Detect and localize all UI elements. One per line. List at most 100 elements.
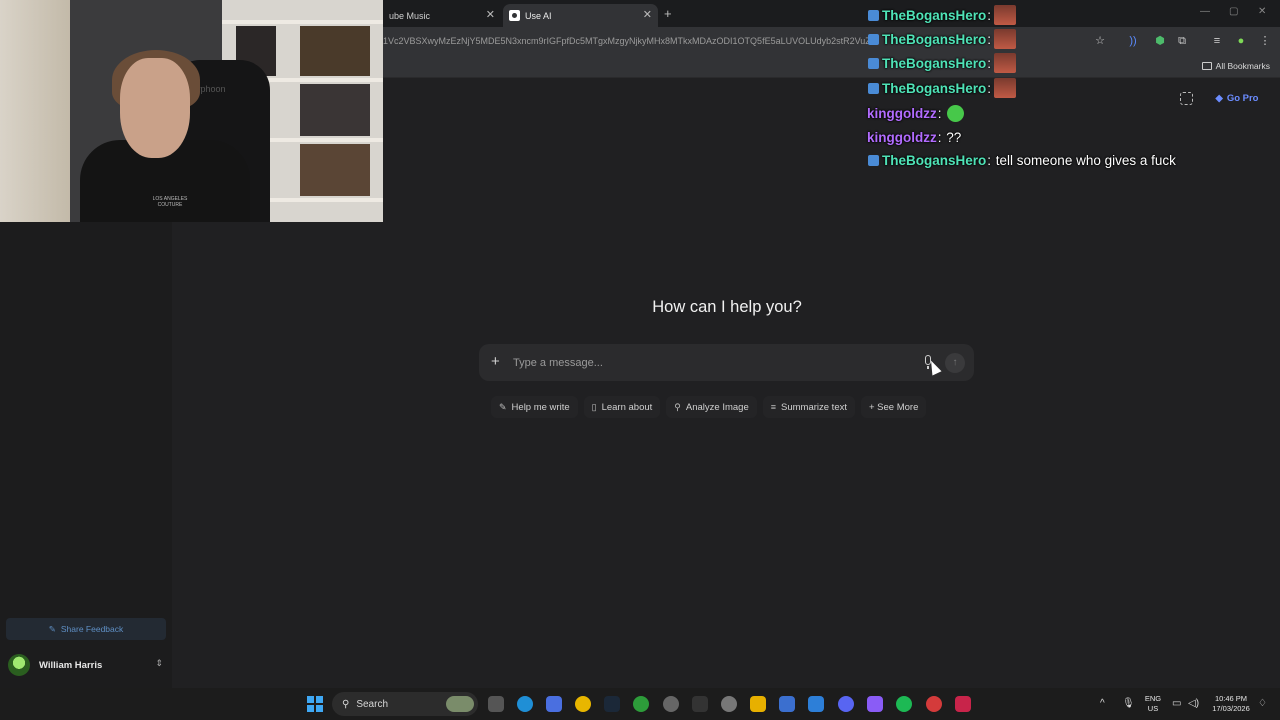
chip-label: Help me write: [511, 401, 570, 413]
avatar: [8, 654, 30, 676]
bookmark-star-icon[interactable]: ☆: [1093, 34, 1107, 48]
edge-icon[interactable]: [517, 696, 533, 712]
read-aloud-icon[interactable]: )): [1126, 34, 1140, 48]
user-menu[interactable]: William Harris ⇕: [8, 652, 168, 678]
file-explorer-icon[interactable]: [750, 696, 766, 712]
clock-time: 10:46 PM: [1214, 694, 1248, 703]
extensions-puzzle-icon[interactable]: ⧉: [1175, 34, 1189, 48]
feedback-icon: ✎: [48, 623, 56, 634]
new-chat-icon[interactable]: [1180, 92, 1193, 105]
chat-username: TheBogansHero: [882, 80, 987, 96]
app-icon[interactable]: [546, 696, 562, 712]
chat-badge-icon: [868, 82, 879, 94]
suggestion-chips: ✎ Help me write ▯ Learn about ⚲ Analyze …: [491, 396, 927, 418]
taskbar-search-label: Search: [356, 698, 389, 710]
webcam-person-face: [120, 58, 190, 158]
chrome-icon[interactable]: [575, 696, 591, 712]
chip-learn-about[interactable]: ▯ Learn about: [583, 396, 661, 418]
steam-icon[interactable]: [604, 696, 620, 712]
chat-message: TheBogansHero:: [864, 4, 1017, 26]
tab-label: Use AI: [525, 10, 552, 21]
extension-icon[interactable]: ⬢: [1153, 34, 1167, 48]
all-bookmarks-button[interactable]: All Bookmarks: [1201, 61, 1270, 71]
minimize-icon[interactable]: —: [1200, 6, 1210, 17]
menu-kebab-icon[interactable]: ⋮: [1258, 34, 1272, 48]
chat-emote-icon: [994, 53, 1017, 73]
close-tab-icon[interactable]: ✕: [643, 8, 652, 21]
language-indicator[interactable]: ENG US: [1143, 694, 1163, 714]
chat-username: TheBogansHero: [882, 7, 987, 23]
maximize-icon[interactable]: ▢: [1229, 6, 1238, 17]
notification-bell-icon[interactable]: ♢: [1258, 698, 1267, 709]
widget-icon[interactable]: [446, 696, 474, 712]
chat-emote-icon: [946, 104, 964, 122]
chip-analyze-image[interactable]: ⚲ Analyze Image: [666, 396, 757, 418]
chat-badge-icon: [868, 57, 879, 69]
new-tab-icon[interactable]: +: [664, 6, 672, 21]
message-input[interactable]: [513, 354, 903, 371]
search-icon: ⚲: [342, 698, 350, 710]
chip-label: Summarize text: [781, 401, 847, 413]
chat-message: kinggoldzz:: [864, 102, 964, 124]
chat-message: TheBogansHero:: [864, 52, 1017, 74]
app-icon[interactable]: [663, 696, 679, 712]
spotify-icon[interactable]: [896, 696, 912, 712]
volume-icon[interactable]: ◁): [1188, 698, 1199, 709]
app-icon[interactable]: [926, 696, 942, 712]
app-icon[interactable]: [867, 696, 883, 712]
chat-message: TheBogansHero:: [864, 77, 1017, 99]
share-feedback-button[interactable]: ✎ Share Feedback: [6, 618, 166, 640]
chat-emote-icon: [994, 29, 1017, 49]
chat-badge-icon: [868, 9, 879, 21]
chat-badge-icon: [868, 154, 879, 166]
epic-games-icon[interactable]: [692, 696, 708, 712]
send-button[interactable]: ↑: [945, 353, 965, 373]
microphone-icon[interactable]: 🎙: [1122, 698, 1135, 709]
all-bookmarks-label: All Bookmarks: [1215, 61, 1270, 71]
clock[interactable]: 10:46 PM 17/03/2026: [1208, 694, 1254, 714]
shelf-cube: [300, 84, 370, 136]
chat-username: TheBogansHero: [882, 55, 987, 71]
store-icon[interactable]: [779, 696, 795, 712]
xbox-icon[interactable]: [633, 696, 649, 712]
tab-use-ai[interactable]: Use AI ✕: [503, 4, 658, 27]
chat-message: TheBogansHero:: [864, 28, 1017, 50]
webcam-door: [0, 0, 70, 222]
chat-username: kinggoldzz: [867, 105, 937, 121]
chip-help-me-write[interactable]: ✎ Help me write: [491, 396, 578, 418]
webcam-overlay: yphoon LOS ANGELES COUTURE: [0, 0, 383, 222]
go-pro-button[interactable]: ◆ Go Pro: [1206, 88, 1268, 108]
chat-username: kinggoldzz: [867, 129, 937, 145]
chip-label: Learn about: [601, 401, 653, 413]
network-icon[interactable]: ▭: [1172, 698, 1181, 709]
add-attachment-icon[interactable]: +: [491, 353, 500, 370]
chip-summarize-text[interactable]: ≡ Summarize text: [762, 396, 855, 418]
windows-start-icon[interactable]: [307, 696, 323, 712]
folder-icon: [1201, 62, 1212, 70]
task-view-icon[interactable]: [488, 696, 504, 712]
chat-badge-icon: [868, 33, 879, 45]
chat-text: ??: [946, 129, 962, 145]
share-feedback-label: Share Feedback: [60, 624, 124, 634]
app-icon[interactable]: [808, 696, 824, 712]
close-tab-icon[interactable]: ✕: [486, 8, 495, 21]
app-icon[interactable]: [955, 696, 971, 712]
discord-icon[interactable]: [838, 696, 854, 712]
shirt-text: LOS ANGELES COUTURE: [152, 196, 188, 208]
chat-message: kinggoldzz: ??: [867, 129, 962, 145]
chair-text: yphoon: [196, 84, 226, 94]
chevron-up-icon[interactable]: ^: [1100, 698, 1105, 709]
lang-code: ENG: [1144, 694, 1162, 703]
close-window-icon[interactable]: ✕: [1258, 6, 1266, 17]
chat-message: TheBogansHero: tell someone who gives a …: [864, 149, 1176, 171]
chip-see-more[interactable]: + See More: [861, 396, 927, 418]
profile-icon[interactable]: ●: [1234, 34, 1248, 48]
clock-date: 17/03/2026: [1212, 704, 1250, 713]
lines-icon: ≡: [770, 402, 776, 412]
tab-youtube-music[interactable]: ube Music ✕: [383, 4, 501, 27]
book-icon: ▯: [591, 401, 597, 412]
chip-label: Analyze Image: [685, 401, 749, 413]
settings-gear-icon[interactable]: [721, 696, 737, 712]
media-control-icon[interactable]: ≡: [1210, 34, 1224, 48]
chevron-updown-icon: ⇕: [155, 658, 163, 668]
